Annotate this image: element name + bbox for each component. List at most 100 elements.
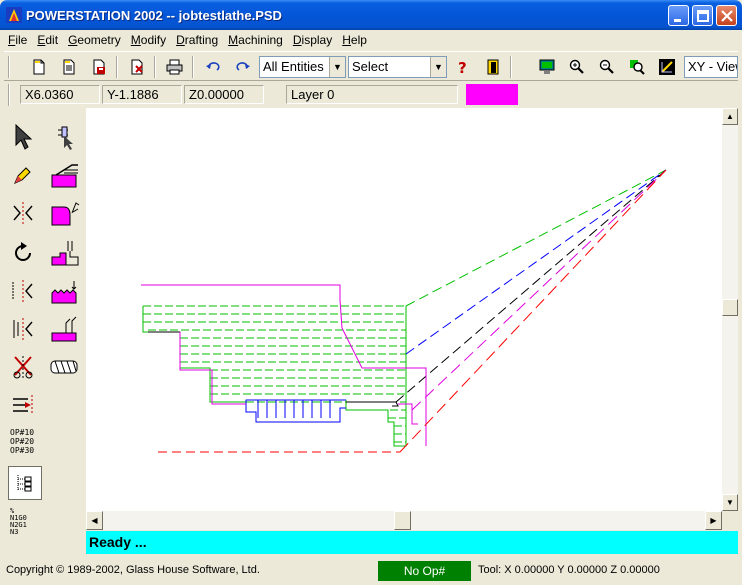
layer-indicator[interactable]: Layer 0	[286, 85, 458, 104]
redo-button[interactable]	[232, 57, 254, 77]
green-rough-boundary	[142, 306, 407, 447]
horizontal-scrollbar[interactable]: ◀ ▶	[86, 511, 722, 530]
copyright-text: Copyright © 1989-2002, Glass House Softw…	[6, 564, 260, 576]
mirror-tool-button[interactable]	[6, 196, 40, 230]
minimize-button[interactable]	[668, 5, 689, 26]
scrollbar-corner	[722, 511, 738, 530]
lathe-select-button[interactable]	[48, 120, 82, 154]
op-list-button[interactable]: OP#10 OP#20 OP#30	[10, 428, 34, 455]
select-mode-select[interactable]: Select ▼	[348, 56, 447, 78]
vertical-scrollbar[interactable]: ▲ ▼	[722, 108, 738, 511]
tree-view-button[interactable]	[8, 466, 42, 500]
menu-help[interactable]: Help	[338, 33, 371, 47]
question-mark-icon: ?	[458, 59, 467, 75]
drill-op-button[interactable]	[48, 350, 82, 384]
stretch-tool-button[interactable]	[6, 312, 40, 346]
minimize-icon	[674, 19, 681, 22]
zoom-in-button[interactable]	[566, 57, 588, 77]
zoom-in-icon	[569, 59, 584, 74]
open-file-button[interactable]	[58, 57, 80, 77]
menu-bar: File Edit Geometry Modify Drafting Machining D…	[4, 30, 738, 50]
help-button[interactable]: ?	[452, 57, 474, 77]
zoom-fit-icon	[630, 60, 645, 75]
profile-op-button[interactable]	[48, 196, 82, 230]
app-icon	[6, 7, 22, 23]
menu-geometry[interactable]: Geometry	[64, 33, 125, 47]
pencil-icon	[14, 167, 31, 184]
entity-filter-value: All Entities	[263, 59, 324, 74]
scissors-icon	[13, 356, 33, 379]
groove-icon	[51, 241, 79, 266]
thread-op-button[interactable]	[48, 274, 82, 308]
trim-tool-button[interactable]	[6, 350, 40, 384]
maximize-button[interactable]	[692, 5, 713, 26]
nc-code-button[interactable]: % N1G0 N2G1 N3	[10, 508, 27, 536]
red-rapid-line	[399, 169, 667, 453]
horizontal-scroll-thumb[interactable]	[394, 511, 411, 530]
op-label-line: OP#20	[10, 437, 35, 446]
black-finish-segment	[346, 401, 399, 407]
current-color-swatch[interactable]	[466, 84, 518, 105]
new-file-icon	[33, 59, 45, 75]
point-tool-button[interactable]	[6, 158, 40, 192]
tool-position-text: Tool: X 0.00000 Y 0.00000 Z 0.00000	[478, 564, 660, 576]
scroll-left-button[interactable]: ◀	[86, 511, 103, 530]
maximize-icon	[697, 10, 709, 22]
new-file-button[interactable]	[28, 57, 50, 77]
op-number-indicator[interactable]: No Op#	[378, 561, 471, 581]
view-orient-button[interactable]	[656, 57, 678, 77]
groove-op-button[interactable]	[48, 236, 82, 270]
delete-file-button[interactable]	[126, 57, 148, 77]
pointer-arrow-icon	[15, 123, 33, 150]
toolbar-grip	[8, 56, 10, 78]
extend-tool-button[interactable]	[6, 388, 40, 422]
exit-button[interactable]	[482, 57, 504, 77]
menu-file[interactable]: File	[4, 33, 31, 47]
rotate-tool-button[interactable]	[6, 236, 40, 270]
thread-icon	[51, 281, 77, 304]
entity-filter-select[interactable]: All Entities ▼	[259, 56, 346, 78]
save-file-button[interactable]	[88, 57, 110, 77]
offset-tool-button[interactable]	[6, 274, 40, 308]
exit-door-icon	[487, 59, 499, 75]
profile-icon	[51, 202, 80, 226]
facing-op-button[interactable]	[48, 158, 82, 192]
select-arrow-button[interactable]	[6, 120, 40, 154]
toolbar-separator	[154, 56, 156, 78]
close-button[interactable]	[716, 5, 737, 26]
menu-edit[interactable]: Edit	[33, 33, 62, 47]
coordinate-bar: X6.0360 Y-1.1886 Z0.00000 Layer 0	[4, 82, 738, 106]
extend-arrows-icon	[13, 395, 33, 415]
window-title: POWERSTATION 2002 -- jobtestlathe.PSD	[26, 8, 282, 23]
printer-icon	[166, 59, 183, 75]
chevron-down-icon[interactable]: ▼	[430, 57, 446, 77]
display-button[interactable]	[536, 57, 558, 77]
menu-modify[interactable]: Modify	[127, 33, 170, 47]
toolbar-separator	[192, 56, 194, 78]
scroll-up-button[interactable]: ▲	[722, 108, 738, 125]
print-button[interactable]	[164, 57, 186, 77]
chevron-down-icon[interactable]: ▼	[329, 57, 345, 77]
undo-icon	[206, 62, 220, 71]
lathe-pointer-icon	[58, 126, 73, 150]
op-label-line: OP#30	[10, 446, 35, 455]
magenta-rapid-line	[411, 169, 667, 411]
vertical-scroll-thumb[interactable]	[722, 299, 738, 316]
zoom-fit-button[interactable]	[626, 57, 648, 77]
tree-icon	[17, 475, 32, 492]
toolbar-separator	[510, 56, 512, 78]
select-mode-value: Select	[352, 59, 389, 74]
zoom-out-button[interactable]	[596, 57, 618, 77]
title-bar[interactable]: POWERSTATION 2002 -- jobtestlathe.PSD	[0, 0, 742, 30]
menu-display[interactable]: Display	[289, 33, 336, 47]
drawing-canvas[interactable]	[86, 108, 722, 511]
toolbar-separator	[116, 56, 118, 78]
view-select[interactable]: XY - View	[684, 56, 738, 78]
menu-machining[interactable]: Machining	[224, 33, 287, 47]
close-icon	[721, 10, 733, 22]
undo-button[interactable]	[202, 57, 224, 77]
menu-drafting[interactable]: Drafting	[172, 33, 222, 47]
scroll-down-button[interactable]: ▼	[722, 494, 738, 511]
part-off-op-button[interactable]	[48, 312, 82, 346]
scroll-right-button[interactable]: ▶	[705, 511, 722, 530]
